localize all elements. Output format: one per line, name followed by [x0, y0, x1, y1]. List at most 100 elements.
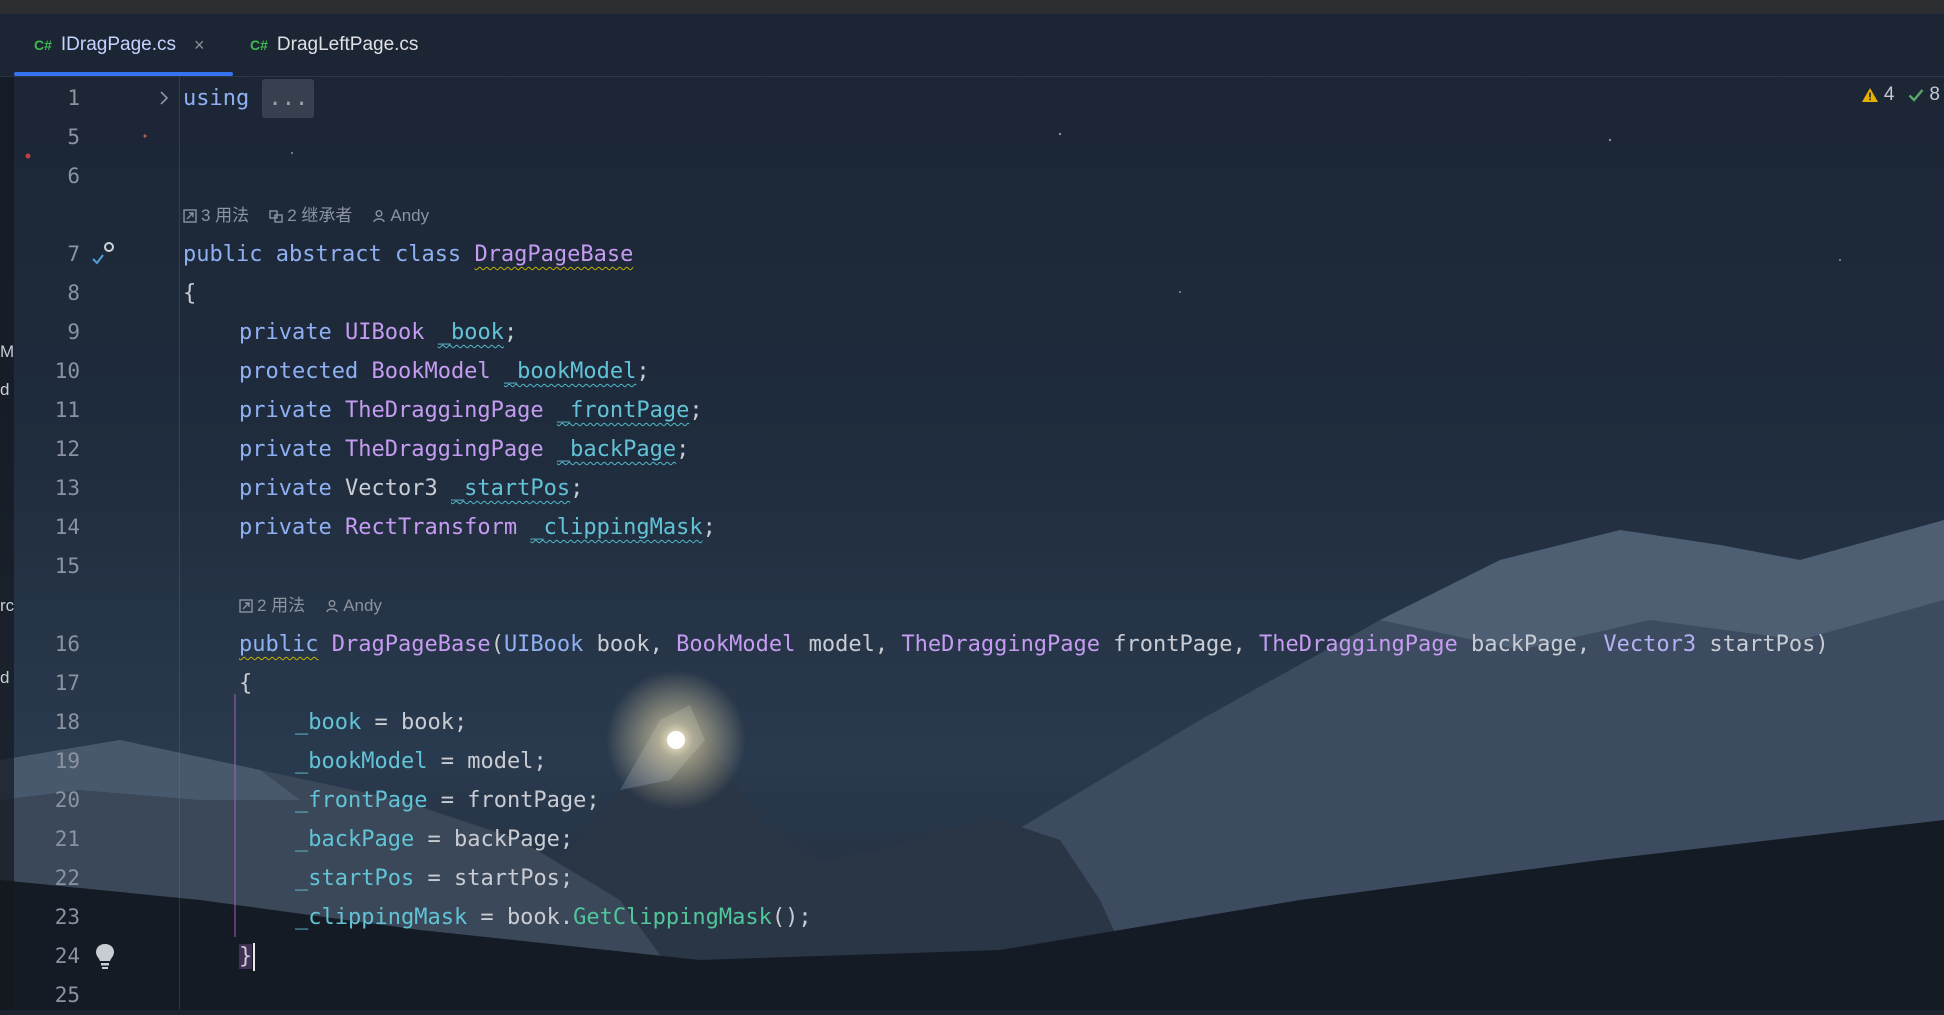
code-line-23[interactable]: _clippingMask = book.GetClippingMask();	[295, 898, 812, 937]
code-line-12[interactable]: private TheDraggingPage _backPage;	[239, 430, 689, 469]
keyword: private	[239, 515, 332, 540]
keyword: private	[239, 476, 332, 501]
person-icon	[326, 600, 338, 613]
field-name: _frontPage	[556, 398, 690, 423]
class-name[interactable]: DragPageBase	[474, 242, 633, 267]
inspection-status[interactable]: 4 8	[1861, 80, 1940, 110]
line-number: 13	[54, 476, 80, 500]
checks-indicator[interactable]: 8	[1908, 84, 1940, 106]
usages-icon	[183, 209, 197, 223]
param-name: book	[596, 632, 650, 657]
line-number: 18	[54, 710, 80, 734]
person-icon	[373, 210, 386, 223]
usages-text: 2 用法	[257, 596, 306, 615]
method-name: GetClippingMask	[573, 905, 772, 930]
type-name: Vector3	[1603, 632, 1697, 657]
keyword: public	[183, 242, 263, 267]
param-name: startPos	[453, 866, 560, 891]
code-editor[interactable]: 4 8 1 5 6 7 8 9 10 11 12 13 14 15 16 17 …	[0, 76, 1944, 1010]
type-name: TheDraggingPage	[344, 398, 544, 423]
close-tab-icon[interactable]: ×	[194, 35, 205, 56]
checks-count: 8	[1929, 84, 1940, 105]
line-number: 6	[67, 164, 80, 188]
brace: {	[239, 671, 253, 696]
code-line-14[interactable]: private RectTransform _clippingMask;	[239, 508, 716, 547]
param-name: backPage	[1470, 632, 1577, 657]
field-name: _backPage	[556, 437, 677, 462]
usages-hint[interactable]: 3 用法	[183, 201, 249, 231]
code-line-24[interactable]: }	[239, 937, 256, 976]
field-name: _bookModel	[295, 749, 428, 774]
field-name: _frontPage	[295, 788, 428, 813]
code-line-17[interactable]: {	[239, 664, 252, 703]
code-line-1[interactable]: using ...	[183, 79, 315, 118]
inheritors-hint[interactable]: 2 继承者	[269, 201, 352, 231]
author-text: Andy	[343, 596, 382, 615]
code-line-13[interactable]: private Vector3 _startPos;	[239, 469, 583, 508]
type-name: Vector3	[344, 476, 438, 501]
constructor-name: DragPageBase	[331, 632, 491, 657]
code-line-10[interactable]: protected BookModel _bookModel;	[239, 352, 650, 391]
type-name: UIBook	[503, 632, 584, 657]
keyword: private	[239, 320, 332, 345]
line-number: 14	[54, 515, 80, 539]
param-name: frontPage	[467, 788, 587, 813]
csharp-file-icon: C#	[34, 37, 52, 53]
line-number: 9	[67, 320, 80, 344]
window-top-strip	[0, 0, 1944, 14]
folded-imports[interactable]: ...	[262, 79, 315, 118]
code-line-21[interactable]: _backPage = backPage;	[295, 820, 573, 859]
type-name: BookModel	[676, 632, 796, 657]
line-number: 11	[54, 398, 80, 422]
line-number: 7	[67, 242, 80, 266]
type-name: UIBook	[344, 320, 425, 345]
warnings-indicator[interactable]: 4	[1861, 84, 1894, 106]
keyword: class	[394, 242, 462, 267]
inheritors-gutter-icon[interactable]	[90, 239, 120, 269]
code-line-7[interactable]: public abstract class DragPageBase	[183, 235, 633, 274]
field-name: _startPos	[295, 866, 415, 891]
line-number: 20	[54, 788, 80, 812]
inheritors-text: 2 继承者	[287, 206, 353, 225]
keyword: using	[183, 86, 250, 111]
author-text: Andy	[390, 206, 430, 225]
fold-chevron-right-icon[interactable]	[158, 89, 170, 107]
line-number: 10	[54, 359, 80, 383]
param-name: model	[808, 632, 875, 657]
line-number: 15	[54, 554, 80, 578]
code-line-9[interactable]: private UIBook _book;	[239, 313, 517, 352]
type-name: RectTransform	[344, 515, 518, 540]
code-line-18[interactable]: _book = book;	[295, 703, 467, 742]
brace: }	[239, 944, 253, 969]
tab-label: DragLeftPage.cs	[276, 34, 419, 55]
type-name: TheDraggingPage	[1259, 632, 1458, 657]
csharp-file-icon: C#	[250, 37, 268, 53]
usages-hint[interactable]: 2 用法	[239, 591, 305, 621]
tab-dragleftpage[interactable]: C# DragLeftPage.cs	[250, 14, 418, 76]
param-name: frontPage	[1113, 632, 1233, 657]
code-line-22[interactable]: _startPos = startPos;	[295, 859, 573, 898]
author-hint[interactable]: Andy	[325, 591, 382, 621]
code-line-19[interactable]: _bookModel = model;	[295, 742, 547, 781]
param-name: model	[467, 749, 534, 774]
text-cursor	[253, 943, 256, 971]
param-name: backPage	[453, 827, 560, 852]
author-hint[interactable]: Andy	[372, 201, 429, 231]
brace: {	[183, 281, 197, 306]
field-name: _backPage	[295, 827, 415, 852]
code-line-16[interactable]: public DragPageBase(UIBook book, BookMod…	[239, 625, 1829, 664]
param-name: book	[506, 905, 560, 930]
check-icon	[1909, 89, 1924, 102]
keyword: protected	[239, 359, 359, 384]
field-name: _book	[295, 710, 362, 735]
code-line-8[interactable]: {	[183, 274, 196, 313]
tab-idragpage[interactable]: C# IDragPage.cs ×	[34, 14, 205, 76]
field-name: _book	[437, 320, 504, 345]
inheritors-icon	[269, 210, 283, 223]
code-line-11[interactable]: private TheDraggingPage _frontPage;	[239, 391, 703, 430]
param-name: startPos	[1709, 632, 1816, 657]
code-line-20[interactable]: _frontPage = frontPage;	[295, 781, 600, 820]
line-number: 23	[54, 905, 80, 929]
lightbulb-icon[interactable]	[94, 942, 116, 970]
line-number: 19	[54, 749, 80, 773]
